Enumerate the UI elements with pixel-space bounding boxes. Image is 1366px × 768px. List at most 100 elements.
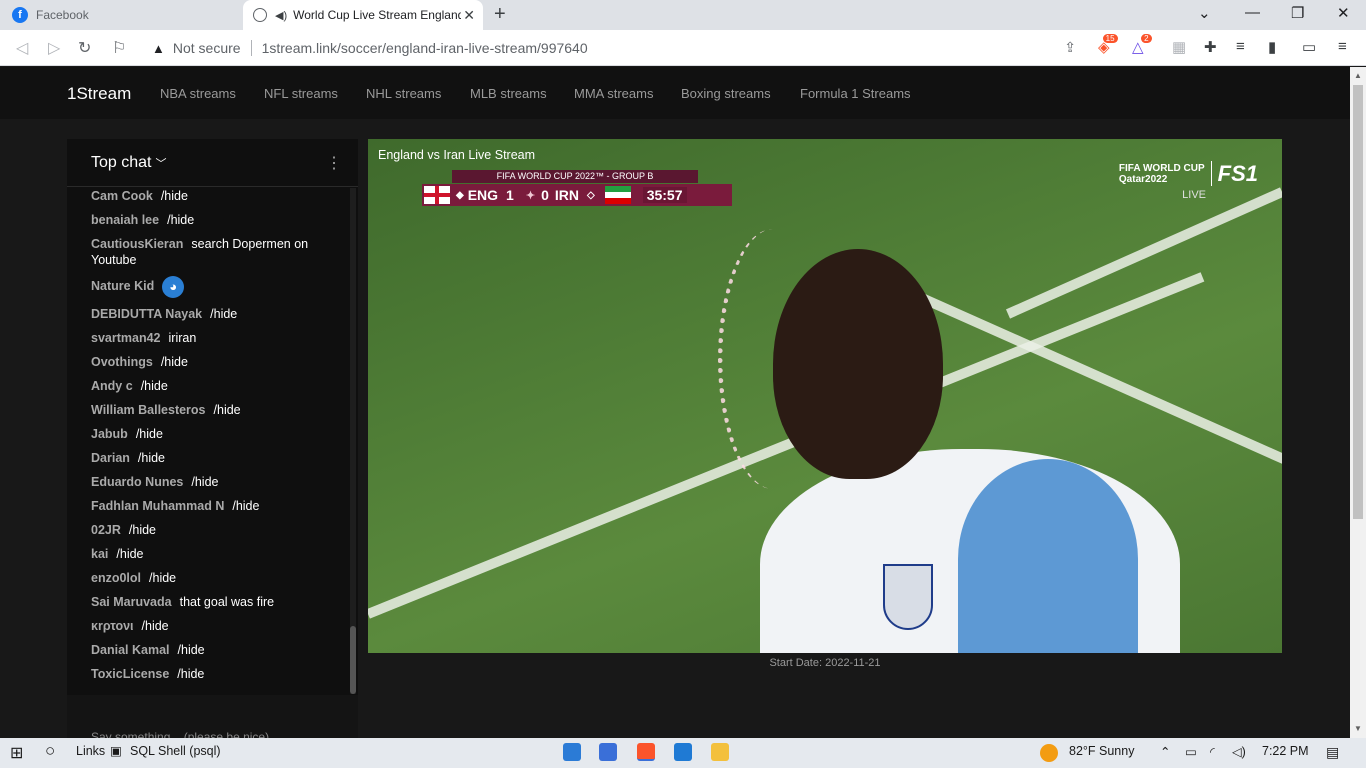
chat-author[interactable]: ToxicLicense bbox=[91, 667, 169, 681]
chat-title: Top chat bbox=[91, 154, 152, 171]
tab-world-cup-stream[interactable]: ◀) World Cup Live Stream England ✕ bbox=[243, 0, 483, 30]
site-header: 1Stream NBA streams NFL streams NHL stre… bbox=[0, 67, 1350, 119]
chat-message: Darian/hide bbox=[67, 450, 350, 466]
chat-message: 02JR/hide bbox=[67, 522, 350, 538]
chat-input-placeholder[interactable]: Say something... (please be nice) bbox=[91, 730, 269, 738]
chat-author[interactable]: Jabub bbox=[91, 427, 128, 441]
bookmark-icon[interactable]: ⚐ bbox=[112, 38, 126, 58]
back-button[interactable]: ◁ bbox=[16, 38, 28, 58]
page-scrollbar[interactable]: ▲ ▼ bbox=[1350, 67, 1366, 738]
chat-author[interactable]: kai bbox=[91, 547, 108, 561]
chat-author[interactable]: Cam Cook bbox=[91, 189, 153, 203]
shields-badge: 15 bbox=[1102, 34, 1118, 43]
chat-text: iriran bbox=[168, 331, 197, 345]
chat-author[interactable]: svartman42 bbox=[91, 331, 161, 345]
chat-author[interactable]: Darian bbox=[91, 451, 130, 465]
close-window-button[interactable]: ✕ bbox=[1337, 4, 1350, 22]
close-tab-icon[interactable]: ✕ bbox=[463, 7, 475, 24]
nav-link-mlb[interactable]: MLB streams bbox=[470, 86, 547, 101]
page-scroll-thumb[interactable] bbox=[1353, 85, 1363, 519]
diamond-icon: ◇ bbox=[586, 189, 595, 201]
chat-text: /hide bbox=[191, 475, 219, 489]
match-clock: 35:57 bbox=[642, 187, 687, 203]
brave-rewards-icon[interactable]: △ 2 bbox=[1132, 34, 1152, 56]
more-options-icon[interactable]: ⋮ bbox=[326, 153, 342, 173]
mail-icon[interactable] bbox=[674, 743, 692, 761]
chat-author[interactable]: Fadhlan Muhammad N bbox=[91, 499, 224, 513]
notifications-icon[interactable]: ▤ bbox=[1326, 744, 1339, 761]
chat-scroll-thumb[interactable] bbox=[350, 626, 356, 694]
tab-facebook[interactable]: f Facebook bbox=[0, 0, 243, 30]
links-toolbar[interactable]: Links bbox=[76, 744, 105, 758]
wallet-icon[interactable]: ▭ bbox=[1302, 38, 1316, 56]
chat-scrollbar[interactable] bbox=[350, 188, 356, 694]
search-icon[interactable]: ○ bbox=[45, 741, 55, 761]
warning-icon[interactable]: ▲ bbox=[152, 41, 165, 56]
menu-icon[interactable]: ≡ bbox=[1338, 38, 1347, 55]
battery-icon[interactable]: ▭ bbox=[1185, 744, 1197, 759]
chat-author[interactable]: DEBIDUTTA Nayak bbox=[91, 307, 202, 321]
chat-author[interactable]: Nature Kid bbox=[91, 279, 154, 293]
nav-link-mma[interactable]: MMA streams bbox=[574, 86, 653, 101]
chat-author[interactable]: Danial Kamal bbox=[91, 643, 170, 657]
not-secure-label[interactable]: Not secure bbox=[173, 40, 241, 56]
extension-icon[interactable]: ▦ bbox=[1172, 38, 1186, 56]
nav-link-nba[interactable]: NBA streams bbox=[160, 86, 236, 101]
chevron-up-icon[interactable]: ⌃ bbox=[1160, 744, 1170, 759]
nav-link-nhl[interactable]: NHL streams bbox=[366, 86, 441, 101]
windows-start-icon[interactable]: ⊞ bbox=[10, 743, 23, 763]
divider bbox=[250, 40, 252, 56]
brave-browser-icon[interactable] bbox=[637, 743, 655, 761]
chat-author[interactable]: κrρτονι bbox=[91, 619, 134, 633]
volume-icon[interactable]: ◁) bbox=[1232, 744, 1246, 759]
maximize-button[interactable]: ❐ bbox=[1291, 4, 1304, 22]
file-explorer-icon[interactable] bbox=[711, 743, 729, 761]
chat-author[interactable]: Sai Maruvada bbox=[91, 595, 172, 609]
chat-author[interactable]: Andy c bbox=[91, 379, 133, 393]
weather-text[interactable]: 82°F Sunny bbox=[1069, 744, 1134, 758]
nav-link-nfl[interactable]: NFL streams bbox=[264, 86, 338, 101]
chat-author[interactable]: 02JR bbox=[91, 523, 121, 537]
chat-message: Jabub/hide bbox=[67, 426, 350, 442]
share-icon[interactable]: ⇪ bbox=[1064, 39, 1076, 56]
chat-author[interactable]: benaiah lee bbox=[91, 213, 159, 227]
stream-title: England vs Iran Live Stream bbox=[378, 148, 536, 162]
chat-author[interactable]: Eduardo Nunes bbox=[91, 475, 183, 489]
playlist-icon[interactable]: ≡ bbox=[1236, 38, 1245, 55]
chat-mode-dropdown[interactable]: Top chat ﹀ bbox=[91, 154, 166, 172]
url-text[interactable]: 1stream.link/soccer/england-iran-live-st… bbox=[262, 40, 588, 56]
reload-button[interactable]: ↻ bbox=[78, 38, 91, 58]
chat-author[interactable]: CautiousKieran bbox=[91, 237, 183, 251]
sidebar-icon[interactable]: ▮ bbox=[1268, 38, 1276, 56]
chat-author[interactable]: William Ballesteros bbox=[91, 403, 206, 417]
site-logo[interactable]: 1Stream bbox=[67, 84, 131, 104]
nav-link-formula1[interactable]: Formula 1 Streams bbox=[800, 86, 911, 101]
chat-input-area[interactable]: Say something... (please be nice) bbox=[67, 695, 358, 738]
nav-link-boxing[interactable]: Boxing streams bbox=[681, 86, 771, 101]
chat-text: /hide bbox=[137, 451, 166, 465]
extensions-puzzle-icon[interactable]: ✚ bbox=[1204, 38, 1217, 56]
chat-author[interactable]: Ovothings bbox=[91, 355, 153, 369]
minimize-button[interactable]: — bbox=[1245, 4, 1260, 21]
wifi-icon[interactable]: ◜ bbox=[1210, 744, 1215, 759]
scroll-up-icon[interactable]: ▲ bbox=[1354, 71, 1362, 80]
new-tab-button[interactable]: + bbox=[494, 3, 506, 26]
browser-tab-strip: f Facebook ◀) World Cup Live Stream Engl… bbox=[0, 0, 1366, 30]
video-player[interactable]: England vs Iran Live Stream FIFA WORLD C… bbox=[368, 139, 1282, 653]
home-score: 1 bbox=[506, 187, 514, 203]
forward-button[interactable]: ▷ bbox=[48, 38, 60, 58]
brave-shields-icon[interactable]: ◈ 15 bbox=[1098, 34, 1118, 56]
chevron-down-icon: ﹀ bbox=[155, 158, 167, 170]
windows-taskbar: ⊞ ○ Links ▣ SQL Shell (psql) 82°F Sunny … bbox=[0, 738, 1366, 768]
scroll-down-icon[interactable]: ▼ bbox=[1354, 724, 1362, 733]
chat-author[interactable]: enzo0lol bbox=[91, 571, 141, 585]
store-icon[interactable] bbox=[599, 743, 617, 761]
clock[interactable]: 7:22 PM bbox=[1262, 744, 1309, 758]
tab-search-icon[interactable]: ⌄ bbox=[1198, 4, 1211, 22]
weather-icon[interactable] bbox=[1040, 744, 1058, 762]
competition-label: FIFA WORLD CUP 2022™ - GROUP B bbox=[452, 170, 698, 183]
vscode-icon[interactable] bbox=[563, 743, 581, 761]
speaker-icon[interactable]: ◀) bbox=[275, 9, 287, 22]
sql-shell-button[interactable]: SQL Shell (psql) bbox=[130, 744, 221, 758]
address-bar[interactable]: ▲ Not secure 1stream.link/soccer/england… bbox=[142, 34, 1084, 62]
